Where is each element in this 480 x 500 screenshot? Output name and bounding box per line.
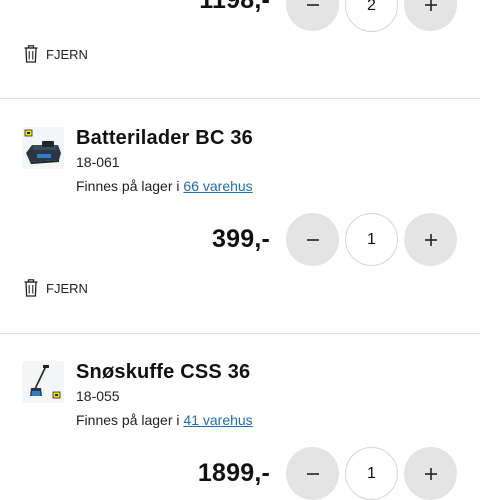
remove-button[interactable]: FJERN — [24, 279, 88, 297]
remove-label: FJERN — [46, 280, 88, 296]
product-title[interactable]: Snøskuffe CSS 36 — [76, 361, 250, 384]
stock-stores-link[interactable]: 66 varehus — [183, 178, 252, 194]
plus-icon — [424, 233, 437, 246]
quantity-field[interactable]: 1 — [345, 213, 398, 266]
remove-button[interactable]: FJERN — [24, 45, 88, 63]
battery-charger-image-icon — [22, 127, 64, 169]
stock-info: Finnes på lager i 66 varehus — [76, 178, 253, 194]
product-image[interactable] — [22, 127, 64, 169]
decrease-quantity-button[interactable] — [286, 213, 339, 266]
minus-icon — [306, 3, 319, 6]
plus-icon — [424, 467, 437, 480]
decrease-quantity-button[interactable] — [286, 0, 339, 31]
product-title[interactable]: Batterilader BC 36 — [76, 127, 253, 150]
remove-label: FJERN — [46, 46, 88, 62]
item-price: 399,- — [212, 225, 270, 253]
minus-icon — [306, 238, 319, 241]
product-sku: 18-055 — [76, 388, 120, 404]
product-image[interactable] — [22, 361, 64, 403]
trash-icon — [24, 45, 38, 63]
item-divider — [0, 98, 480, 99]
trash-icon — [24, 279, 38, 297]
increase-quantity-button[interactable] — [404, 213, 457, 266]
increase-quantity-button[interactable] — [404, 447, 457, 500]
plus-icon — [424, 0, 437, 11]
increase-quantity-button[interactable] — [404, 0, 457, 31]
minus-icon — [306, 472, 319, 475]
item-divider — [0, 333, 480, 334]
item-price: 1899,- — [197, 459, 270, 487]
quantity-field[interactable]: 2 — [345, 0, 398, 32]
product-sku: 18-061 — [76, 154, 120, 170]
stock-info: Finnes på lager i 41 varehus — [76, 412, 253, 428]
stock-prefix: Finnes på lager i — [76, 178, 184, 194]
item-price: 1198,- — [199, 0, 270, 14]
decrease-quantity-button[interactable] — [286, 447, 339, 500]
quantity-field[interactable]: 1 — [345, 447, 398, 500]
stock-prefix: Finnes på lager i — [76, 412, 184, 428]
stock-stores-link[interactable]: 41 varehus — [183, 412, 252, 428]
snow-shovel-image-icon — [22, 361, 64, 403]
